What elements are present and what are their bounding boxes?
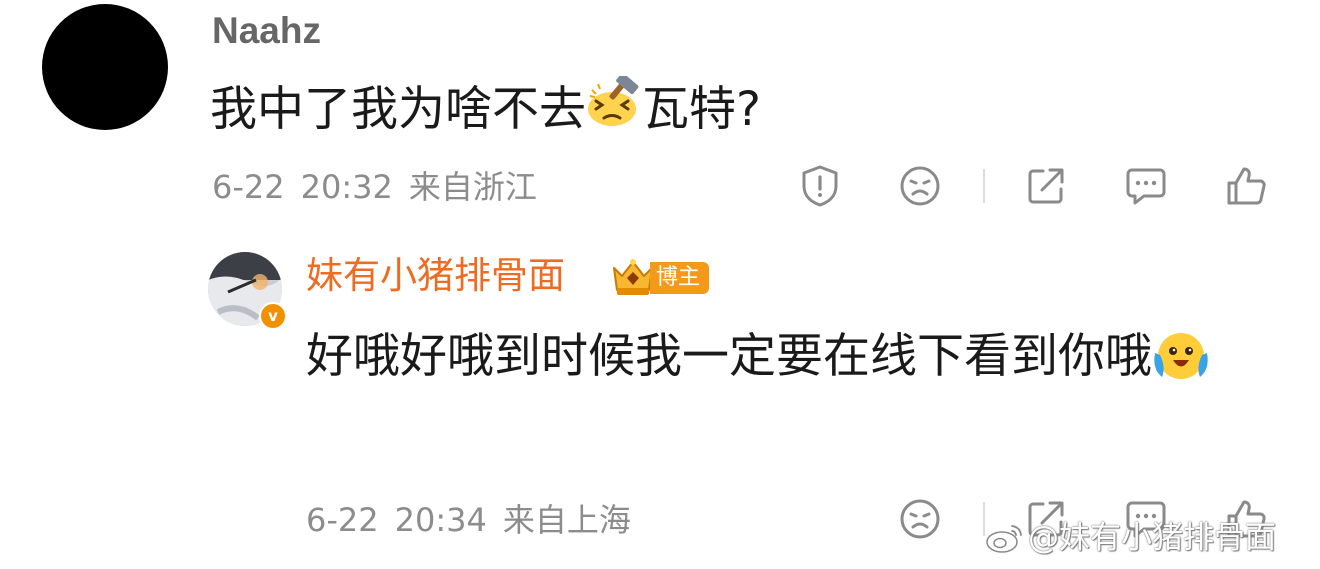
reply-username[interactable]: 妹有小猪排骨面 [306, 252, 565, 300]
watermark-text: @妹有小猪排骨面 [1028, 520, 1276, 556]
reply-date: 6-22 [306, 501, 379, 539]
comment-time: 20:32 [300, 168, 393, 206]
reply-text-body: 好哦好哦到时候我一定要在线下看到你哦 [306, 329, 1152, 384]
watermark: @妹有小猪排骨面 [984, 518, 1276, 558]
comment-meta: 6-22 20:32 来自浙江 [212, 167, 553, 207]
like-icon[interactable] [1223, 163, 1269, 209]
comment-actions [797, 163, 1269, 209]
reply-time: 20:34 [394, 501, 487, 539]
comment-text-after: 瓦特? [642, 82, 761, 137]
report-icon[interactable] [797, 163, 843, 209]
joyful-tears-emoji [1152, 325, 1210, 395]
reply-meta: 6-22 20:34 来自上海 [306, 500, 647, 540]
comment-location: 来自浙江 [408, 168, 537, 206]
blogger-label: 博主 [650, 262, 710, 294]
comment-text: 我中了我为啥不去 瓦特? [210, 73, 761, 144]
comment-icon[interactable] [1123, 163, 1169, 209]
comment-date: 6-22 [212, 168, 285, 206]
dislike-icon[interactable] [897, 163, 943, 209]
blogger-badge: 博主 [610, 258, 710, 298]
weibo-logo-icon [986, 525, 1022, 553]
comment-text-before: 我中了我为啥不去 [210, 82, 586, 137]
share-icon[interactable] [1023, 163, 1069, 209]
dislike-icon[interactable] [897, 496, 943, 542]
avatar[interactable] [42, 4, 168, 130]
comment-username[interactable]: Naahz [212, 8, 321, 54]
verified-badge: v [259, 302, 287, 330]
reply-text: 好哦好哦到时候我一定要在线下看到你哦 [306, 322, 1286, 395]
action-divider [983, 169, 985, 203]
reply-location: 来自上海 [502, 501, 631, 539]
hammer-face-emoji [586, 73, 642, 144]
